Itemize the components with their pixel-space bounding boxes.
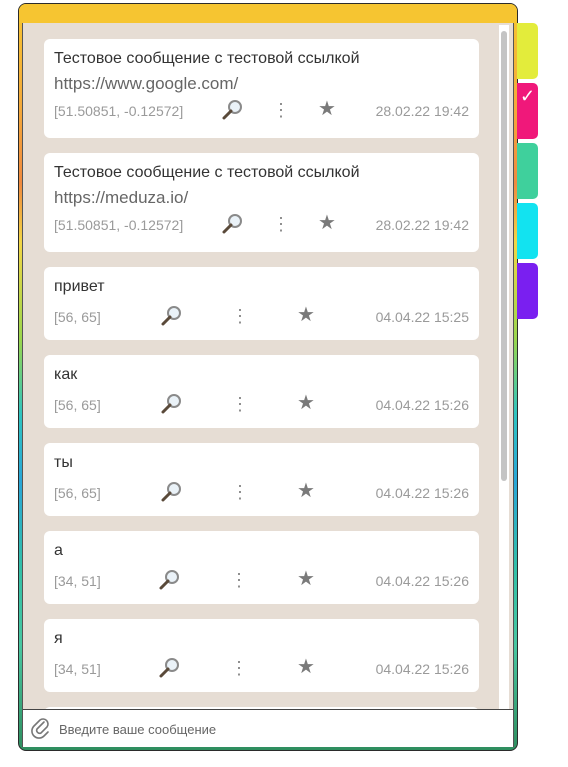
- scrollbar-thumb[interactable]: [501, 31, 507, 481]
- more-vertical-icon[interactable]: ⋮: [231, 393, 249, 415]
- message-text: как: [54, 366, 78, 383]
- more-vertical-icon[interactable]: ⋮: [231, 481, 249, 503]
- message-coordinates: [34, 51]: [54, 573, 101, 589]
- message-date: 04.04.22 15:26: [375, 485, 469, 501]
- message-meta: [51.50851, -0.12572] ⋮ ★ 28.02.22 19:42: [54, 211, 469, 239]
- message-card: Тестовое сообщение с тестовой ссылкой ht…: [44, 153, 479, 252]
- star-icon[interactable]: ★: [295, 568, 317, 590]
- magnifier-icon[interactable]: [160, 304, 184, 328]
- message-coordinates: [34, 51]: [54, 661, 101, 677]
- color-tab-purple[interactable]: [517, 263, 538, 319]
- message-card: я [34, 51] ⋮ ★ 04.04.22 15:26: [44, 619, 479, 692]
- star-icon[interactable]: ★: [295, 304, 317, 326]
- notes-panel: Тестовое сообщение с тестовой ссылкой ht…: [18, 3, 518, 751]
- message-coordinates: [51.50851, -0.12572]: [54, 103, 184, 119]
- message-meta: [51.50851, -0.12572] ⋮ ★ 28.02.22 19:42: [54, 97, 469, 125]
- message-link[interactable]: https://meduza.io/: [54, 187, 469, 209]
- star-icon[interactable]: ★: [295, 656, 317, 678]
- message-text: а: [54, 542, 63, 559]
- message-card: как [56, 65] ⋮ ★ 04.04.22 15:26: [44, 355, 479, 428]
- magnifier-icon[interactable]: [160, 392, 184, 416]
- message-coordinates: [56, 65]: [54, 397, 101, 413]
- message-date: 04.04.22 15:26: [375, 573, 469, 589]
- message-date: 28.02.22 19:42: [375, 103, 469, 119]
- message-coordinates: [56, 65]: [54, 485, 101, 501]
- message-text: Тестовое сообщение с тестовой ссылкой: [54, 164, 360, 181]
- check-icon: ✓: [520, 86, 536, 106]
- more-vertical-icon[interactable]: ⋮: [272, 213, 290, 235]
- more-vertical-icon[interactable]: ⋮: [230, 569, 248, 591]
- message-composer: [23, 709, 513, 747]
- magnifier-icon[interactable]: [221, 212, 245, 236]
- message-card: а [34, 51] ⋮ ★ 04.04.22 15:26: [44, 531, 479, 604]
- message-meta: [34, 51] ⋮ ★ 04.04.22 15:26: [54, 655, 469, 683]
- message-text: Тестовое сообщение с тестовой ссылкой: [54, 50, 360, 67]
- message-meta: [56, 65] ⋮ ★ 04.04.22 15:26: [54, 479, 469, 507]
- message-meta: [56, 65] ⋮ ★ 04.04.22 15:25: [54, 303, 469, 331]
- magnifier-icon[interactable]: [221, 98, 245, 122]
- message-meta: [56, 65] ⋮ ★ 04.04.22 15:26: [54, 391, 469, 419]
- message-link[interactable]: https://www.google.com/: [54, 73, 469, 95]
- magnifier-icon[interactable]: [158, 568, 182, 592]
- message-card: Тестовое сообщение с тестовой ссылкой ht…: [44, 39, 479, 138]
- color-tab-pink[interactable]: ✓: [517, 83, 538, 139]
- color-tab-green[interactable]: [517, 143, 538, 199]
- star-icon[interactable]: ★: [295, 480, 317, 502]
- message-meta: [34, 51] ⋮ ★ 04.04.22 15:26: [54, 567, 469, 595]
- message-text: я: [54, 630, 63, 647]
- message-card: ты [56, 65] ⋮ ★ 04.04.22 15:26: [44, 443, 479, 516]
- message-list[interactable]: Тестовое сообщение с тестовой ссылкой ht…: [23, 23, 513, 711]
- star-icon[interactable]: ★: [316, 212, 338, 234]
- message-text: ты: [54, 454, 73, 471]
- color-tab-cyan[interactable]: [517, 203, 538, 259]
- more-vertical-icon[interactable]: ⋮: [231, 305, 249, 327]
- panel-body: Тестовое сообщение с тестовой ссылкой ht…: [22, 23, 514, 747]
- message-date: 04.04.22 15:26: [375, 661, 469, 677]
- more-vertical-icon[interactable]: ⋮: [272, 99, 290, 121]
- paperclip-icon[interactable]: [31, 717, 51, 739]
- message-text: привет: [54, 278, 105, 295]
- star-icon[interactable]: ★: [295, 392, 317, 414]
- message-date: 28.02.22 19:42: [375, 217, 469, 233]
- message-date: 04.04.22 15:25: [375, 309, 469, 325]
- star-icon[interactable]: ★: [316, 98, 338, 120]
- message-date: 04.04.22 15:26: [375, 397, 469, 413]
- message-card: привет [56, 65] ⋮ ★ 04.04.22 15:25: [44, 267, 479, 340]
- message-input[interactable]: [57, 717, 501, 741]
- magnifier-icon[interactable]: [158, 656, 182, 680]
- message-coordinates: [51.50851, -0.12572]: [54, 217, 184, 233]
- more-vertical-icon[interactable]: ⋮: [230, 657, 248, 679]
- panel-header-bar: [19, 4, 517, 23]
- color-tab-yellow[interactable]: [517, 23, 538, 79]
- magnifier-icon[interactable]: [160, 480, 184, 504]
- message-coordinates: [56, 65]: [54, 309, 101, 325]
